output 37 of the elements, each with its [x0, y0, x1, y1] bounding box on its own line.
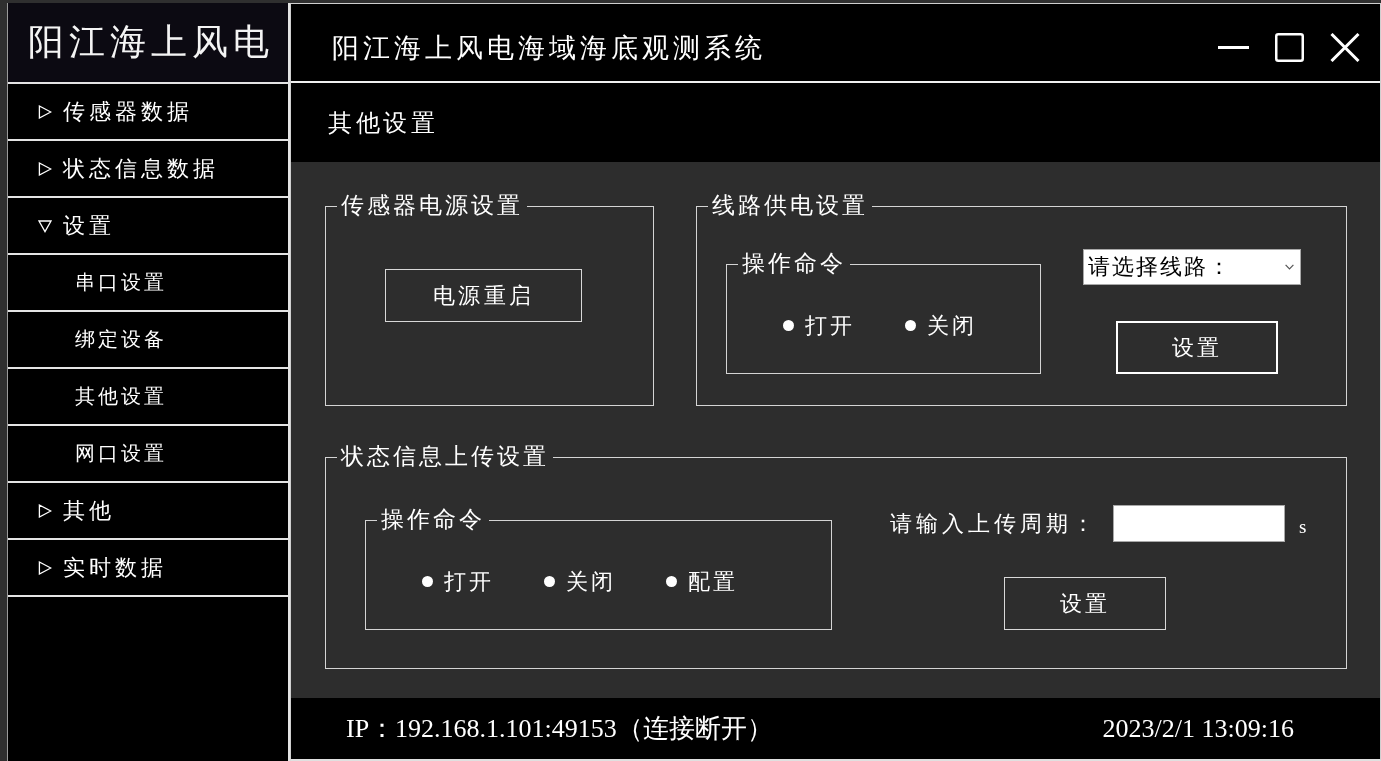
group-title: 线路供电设置 [711, 192, 869, 220]
nav-item[interactable]: 设置 [8, 198, 288, 255]
connection-status: IP：192.168.1.101:49153（连接断开） [346, 713, 773, 745]
datetime-text: 2023/2/1 13:09:16 [1102, 713, 1294, 744]
nav-item[interactable]: 状态信息数据 [8, 141, 288, 198]
nav-item[interactable]: 其他 [8, 483, 288, 540]
group-title: 状态信息上传设置 [340, 443, 550, 471]
radio-option[interactable]: 配置 [666, 567, 738, 596]
minimize-icon [1218, 46, 1249, 49]
window-title: 阳江海上风电海域海底观测系统 [332, 31, 766, 65]
set-button[interactable]: 设置 [1004, 577, 1166, 630]
nav-item[interactable]: 实时数据 [8, 540, 288, 597]
radio-option[interactable]: 关闭 [544, 567, 616, 596]
nav-subitem[interactable]: 网口设置 [8, 426, 288, 483]
period-label: 请输入上传周期： [890, 509, 1098, 538]
nav-subitem[interactable]: 其他设置 [8, 369, 288, 426]
chevron-down-icon [1285, 264, 1294, 270]
group-title: 操作命令 [380, 506, 486, 534]
group-title: 传感器电源设置 [340, 192, 524, 220]
restart-button[interactable]: 电源重启 [385, 269, 582, 322]
maximize-icon [1275, 33, 1304, 62]
nav-subitem[interactable]: 绑定设备 [8, 312, 288, 369]
nav-item[interactable]: 传感器数据 [8, 84, 288, 141]
radio-option[interactable]: 打开 [422, 567, 494, 596]
page-title: 其他设置 [328, 108, 438, 138]
radio-option[interactable]: 关闭 [905, 311, 977, 340]
close-icon [1330, 33, 1360, 62]
nav-subitem[interactable]: 串口设置 [8, 255, 288, 312]
line-dropdown[interactable]: 请选择线路： [1083, 249, 1301, 285]
period-input[interactable] [1113, 505, 1285, 542]
maximize-button[interactable] [1275, 33, 1304, 62]
unit-label: s [1299, 515, 1307, 538]
group-title: 操作命令 [741, 250, 847, 278]
radio-option[interactable]: 打开 [783, 311, 855, 340]
set-button[interactable]: 设置 [1116, 321, 1278, 374]
logo-text: 阳江海上风电 [26, 21, 274, 64]
close-button[interactable] [1330, 33, 1360, 62]
